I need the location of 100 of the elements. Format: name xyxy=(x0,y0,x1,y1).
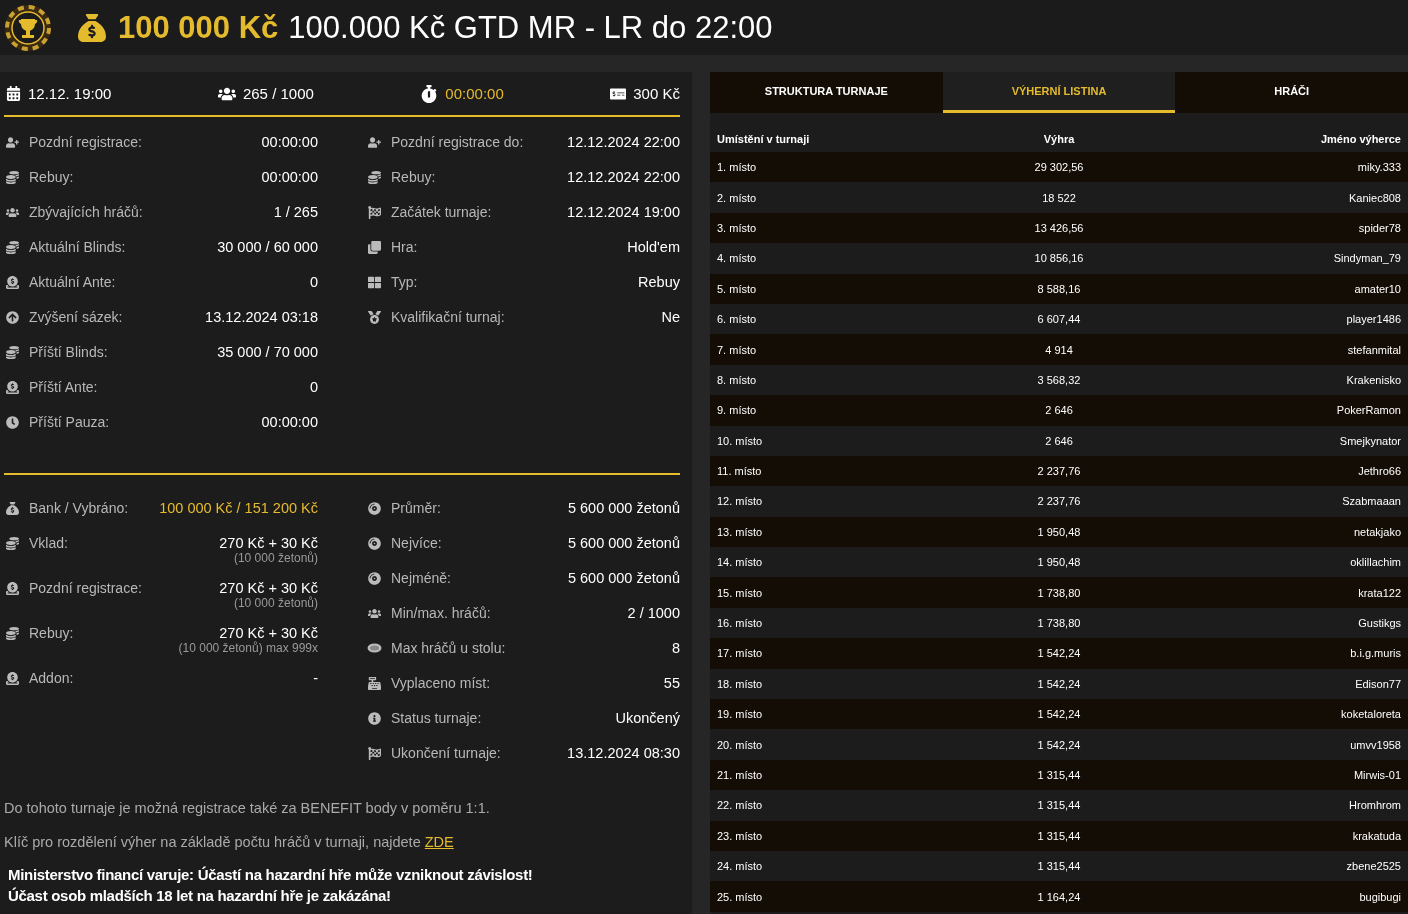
info-value: 30 000 / 60 000 xyxy=(217,239,318,255)
table-cell: bugibugi xyxy=(1359,890,1401,903)
info-label: Aktuální Ante: xyxy=(29,274,116,290)
info-label: Rebuy: xyxy=(29,625,74,641)
info-label: Rebuy: xyxy=(29,169,74,185)
money-bag-icon xyxy=(78,13,106,42)
table-cell: 18. místo xyxy=(717,677,763,690)
payout-key-note: Klíč pro rozdělení výher na základě počtu hráčů v turnaji, najdete ZDE xyxy=(4,834,455,850)
table-cell: 19. místo xyxy=(717,708,763,721)
table-cell: 2 237,76 xyxy=(1037,495,1081,508)
cash-register-icon xyxy=(366,676,383,690)
table-cell: 1 164,24 xyxy=(1037,890,1081,903)
table-cell: Jethro66 xyxy=(1358,465,1401,478)
info-label: Addon: xyxy=(29,670,74,686)
info-label: Bank / Vybráno: xyxy=(29,500,129,516)
info-value: 5 600 000 žetonů xyxy=(567,535,680,551)
table-cell: amater10 xyxy=(1354,282,1401,295)
chip-icon xyxy=(366,536,383,550)
table-cell: PokerRamon xyxy=(1336,404,1401,417)
grid-icon xyxy=(366,275,383,289)
table-cell: 9. místo xyxy=(717,404,757,417)
table-cell: 6 607,44 xyxy=(1037,313,1081,326)
info-value: Hold'em xyxy=(627,239,680,255)
dollar-coin-icon xyxy=(4,380,21,394)
info-value: 270 Kč + 30 Kč xyxy=(219,625,318,641)
table-cell: 17. místo xyxy=(717,647,763,660)
calendar-icon xyxy=(6,86,21,101)
start-time: 12.12. 19:00 xyxy=(28,85,112,102)
chip-icon xyxy=(366,571,383,585)
info-value: Rebuy xyxy=(638,274,680,290)
table-cell: 10 856,16 xyxy=(1034,252,1084,265)
benefit-note: Do tohoto turnaje je možná registrace také za BENEFIT body v poměru 1:1. xyxy=(4,800,491,816)
table-cell: Mirwis-01 xyxy=(1353,769,1401,781)
table-cell: Szabmaaan xyxy=(1342,495,1401,508)
table-cell: 1 950,48 xyxy=(1037,525,1081,538)
table-cell: 21. místo xyxy=(717,769,763,781)
table-cell: 8 588,16 xyxy=(1037,282,1081,295)
dollar-coin-icon xyxy=(4,581,21,595)
table-cell: 1 950,48 xyxy=(1037,556,1081,569)
table-cell: 1 542,24 xyxy=(1037,647,1081,660)
gambling-warning: Účast osob mladších 18 let na hazardní hře je zakázána! xyxy=(8,887,392,904)
table-cell: 13. místo xyxy=(717,525,763,538)
table-cell: 7. místo xyxy=(717,343,757,356)
info-value: 0 xyxy=(309,274,318,290)
info-value: 5 600 000 žetonů xyxy=(567,570,680,586)
info-value: 55 xyxy=(663,675,680,691)
table-cell: 4 914 xyxy=(1045,343,1073,356)
table-cell: Hromhrom xyxy=(1349,799,1401,812)
here-link[interactable]: ZDE xyxy=(424,834,454,850)
info-label: Pozdní registrace do: xyxy=(391,134,524,150)
buy-in: 300 Kč xyxy=(633,85,680,102)
table-cell: 2 237,76 xyxy=(1037,465,1081,478)
table-cell: 2 646 xyxy=(1045,404,1073,417)
info-value: - xyxy=(313,670,318,686)
table-cell: umvv1958 xyxy=(1350,738,1401,751)
table-cell: 18 522 xyxy=(1042,191,1076,204)
info-label: Vklad: xyxy=(29,535,68,551)
info-label: Nejvíce: xyxy=(391,535,442,551)
info-value: 00:00:00 xyxy=(261,134,318,150)
table-cell: 6. místo xyxy=(717,313,757,326)
info-label: Příští Ante: xyxy=(29,379,98,395)
info-value: Ukončený xyxy=(615,710,680,726)
table-cell: 20. místo xyxy=(717,738,763,751)
table-cell: netakjako xyxy=(1353,525,1401,538)
table-cell: 1 738,80 xyxy=(1037,586,1081,599)
tab[interactable]: VÝHERNÍ LISTINA xyxy=(942,72,1176,113)
info-label: Ukončení turnaje: xyxy=(391,745,501,761)
info-label: Status turnaje: xyxy=(391,710,482,726)
prize-amount: 100 000 Kč xyxy=(118,9,279,46)
info-value: 35 000 / 70 000 xyxy=(217,344,318,360)
stopwatch-icon xyxy=(420,84,439,103)
table-cell: 2 646 xyxy=(1045,434,1073,447)
table-cell: 1 738,80 xyxy=(1037,617,1081,630)
coins-icon xyxy=(4,536,21,550)
coins-icon xyxy=(4,170,21,184)
info-label: Kvalifikační turnaj: xyxy=(391,309,505,325)
table-cell: 12. místo xyxy=(717,495,763,508)
info-value: 12.12.2024 19:00 xyxy=(567,204,680,220)
table-cell: 1. místo xyxy=(717,161,757,174)
table-cell: 8. místo xyxy=(717,373,757,386)
user-plus-icon xyxy=(366,135,383,149)
timer: 00:00:00 xyxy=(445,85,504,102)
info-note: (10 000 žetonů) xyxy=(233,596,318,610)
table-cell: Edison77 xyxy=(1355,677,1401,690)
info-label: Nejméně: xyxy=(391,570,451,586)
table-cell: 5. místo xyxy=(717,282,757,295)
info-label: Zvýšení sázek: xyxy=(29,309,123,325)
info-note: (10 000 žetonů) xyxy=(233,551,318,565)
coins-icon xyxy=(4,626,21,640)
info-value: 2 / 1000 xyxy=(627,605,680,621)
table-cell: 23. místo xyxy=(717,829,763,842)
column-header: Výhra xyxy=(1043,132,1075,145)
user-plus-icon xyxy=(4,135,21,149)
player-count: 265 / 1000 xyxy=(242,85,314,102)
table-cell: 1 315,44 xyxy=(1037,829,1081,842)
table-cell: 1 315,44 xyxy=(1037,860,1081,873)
table-cell: Gustikgs xyxy=(1358,617,1401,630)
info-label: Aktuální Blinds: xyxy=(29,239,126,255)
table-cell: 24. místo xyxy=(717,860,763,873)
table-cell: 16. místo xyxy=(717,617,763,630)
